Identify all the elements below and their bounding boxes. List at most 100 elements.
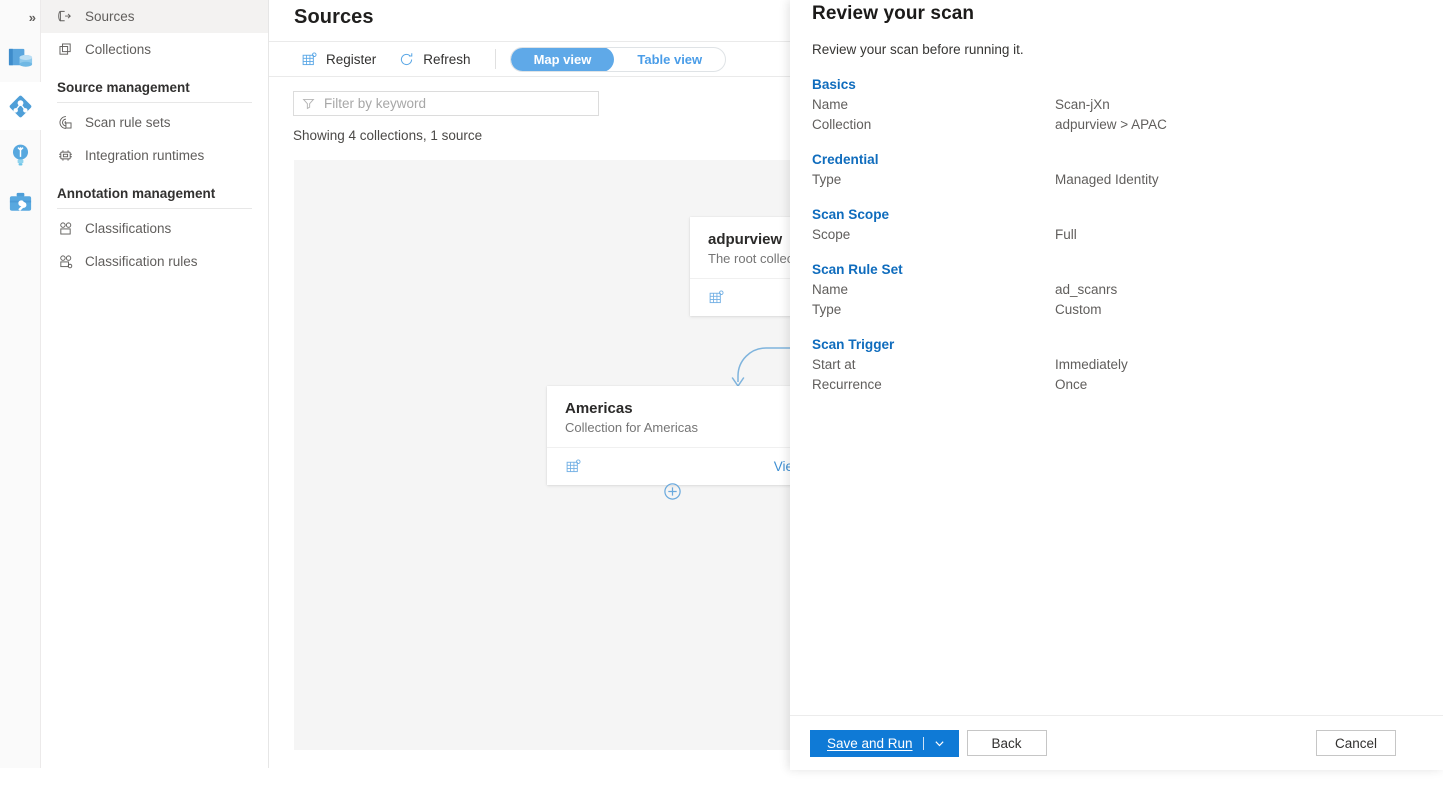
rail-item-data-catalog[interactable]	[0, 34, 41, 82]
sidebar: Sources Collections Source management Sc…	[41, 0, 269, 768]
register-label: Register	[326, 52, 376, 67]
review-value: Managed Identity	[1055, 172, 1159, 187]
panel-header: Review your scan Review your scan before…	[790, 0, 1443, 57]
review-row: Recurrence Once	[812, 377, 1421, 392]
filter-box[interactable]	[293, 91, 599, 116]
sidebar-divider	[57, 102, 252, 103]
register-source-icon[interactable]	[708, 289, 725, 306]
add-collection-icon[interactable]	[663, 482, 682, 501]
status-text: Showing 4 collections, 1 source	[293, 128, 482, 143]
sidebar-item-classifications[interactable]: Classifications	[41, 212, 268, 245]
register-source-icon	[301, 51, 318, 68]
sidebar-item-label: Classifications	[85, 221, 171, 236]
review-row: Name Scan-jXn	[812, 97, 1421, 112]
review-key: Scope	[812, 227, 1055, 242]
page-title: Sources	[294, 6, 374, 29]
panel-title: Review your scan	[812, 0, 1421, 25]
left-icon-rail: »	[0, 0, 41, 768]
cancel-button[interactable]: Cancel	[1316, 730, 1396, 756]
app-root: »	[0, 0, 1443, 804]
section-credential: Credential Type Managed Identity	[790, 152, 1443, 187]
filter-input[interactable]	[322, 95, 590, 112]
section-scan-rule-set: Scan Rule Set Name ad_scanrs Type Custom	[790, 262, 1443, 317]
section-title: Scan Rule Set	[812, 262, 1421, 277]
insights-icon	[7, 141, 34, 168]
collections-icon	[57, 41, 74, 58]
review-row: Scope Full	[812, 227, 1421, 242]
refresh-button[interactable]: Refresh	[388, 44, 480, 74]
section-title: Credential	[812, 152, 1421, 167]
review-key: Start at	[812, 357, 1055, 372]
view-toggle: Map view Table view	[510, 47, 727, 72]
review-value: ad_scanrs	[1055, 282, 1117, 297]
section-title: Scan Trigger	[812, 337, 1421, 352]
sidebar-divider	[57, 208, 252, 209]
sidebar-item-scan-rule-sets[interactable]: Scan rule sets	[41, 106, 268, 139]
sidebar-item-integration-runtimes[interactable]: Integration runtimes	[41, 139, 268, 172]
expand-nav-label: »	[29, 10, 35, 25]
sources-icon	[57, 8, 74, 25]
sidebar-group-source-management: Source management	[41, 66, 268, 102]
integration-runtimes-icon	[57, 147, 74, 164]
refresh-label: Refresh	[423, 52, 470, 67]
refresh-icon	[398, 51, 415, 68]
card-subtitle: Collection for Americas	[565, 420, 814, 435]
sidebar-item-sources[interactable]: Sources	[41, 0, 268, 33]
sidebar-item-collections[interactable]: Collections	[41, 33, 268, 66]
review-row: Start at Immediately	[812, 357, 1421, 372]
save-and-run-label: Save and Run	[827, 736, 913, 751]
chevron-down-icon[interactable]	[934, 738, 945, 749]
review-row: Type Managed Identity	[812, 172, 1421, 187]
review-row: Collection adpurview > APAC	[812, 117, 1421, 132]
sidebar-item-label: Collections	[85, 42, 151, 57]
section-scan-trigger: Scan Trigger Start at Immediately Recurr…	[790, 337, 1443, 392]
sidebar-item-label: Scan rule sets	[85, 115, 171, 130]
sidebar-item-label: Classification rules	[85, 254, 198, 269]
rail-item-management[interactable]	[0, 178, 41, 226]
review-value: Scan-jXn	[1055, 97, 1110, 112]
sidebar-item-label: Integration runtimes	[85, 148, 204, 163]
review-key: Type	[812, 302, 1055, 317]
review-value: Custom	[1055, 302, 1102, 317]
review-value: adpurview > APAC	[1055, 117, 1167, 132]
section-basics: Basics Name Scan-jXn Collection adpurvie…	[790, 77, 1443, 132]
review-key: Name	[812, 282, 1055, 297]
review-value: Once	[1055, 377, 1087, 392]
card-title: Americas	[565, 400, 814, 417]
filter-container	[293, 91, 599, 116]
data-catalog-icon	[7, 45, 34, 72]
data-map-icon	[7, 93, 34, 120]
register-button[interactable]: Register	[291, 44, 386, 74]
back-button[interactable]: Back	[967, 730, 1047, 756]
review-value: Full	[1055, 227, 1077, 242]
save-and-run-button[interactable]: Save and Run	[810, 730, 959, 757]
review-key: Collection	[812, 117, 1055, 132]
register-source-icon[interactable]	[565, 458, 582, 475]
panel-description: Review your scan before running it.	[812, 42, 1421, 57]
classifications-icon	[57, 220, 74, 237]
expand-nav-button[interactable]: »	[0, 0, 41, 34]
classification-rules-icon	[57, 253, 74, 270]
management-icon	[7, 189, 34, 216]
command-divider	[495, 49, 496, 69]
review-key: Type	[812, 172, 1055, 187]
panel-footer: Save and Run Back Cancel	[790, 715, 1443, 770]
review-row: Name ad_scanrs	[812, 282, 1421, 297]
rail-item-insights[interactable]	[0, 130, 41, 178]
tab-table-view[interactable]: Table view	[614, 47, 725, 72]
section-scan-scope: Scan Scope Scope Full	[790, 207, 1443, 242]
section-title: Scan Scope	[812, 207, 1421, 222]
review-value: Immediately	[1055, 357, 1128, 372]
review-key: Name	[812, 97, 1055, 112]
review-key: Recurrence	[812, 377, 1055, 392]
sidebar-item-label: Sources	[85, 9, 135, 24]
review-scan-panel: Review your scan Review your scan before…	[790, 0, 1443, 770]
tab-map-view[interactable]: Map view	[511, 47, 615, 72]
split-divider	[923, 737, 924, 750]
rail-item-data-map[interactable]	[0, 82, 41, 130]
review-row: Type Custom	[812, 302, 1421, 317]
sidebar-item-classification-rules[interactable]: Classification rules	[41, 245, 268, 278]
scan-rule-sets-icon	[57, 114, 74, 131]
section-title: Basics	[812, 77, 1421, 92]
sidebar-group-annotation-management: Annotation management	[41, 172, 268, 208]
